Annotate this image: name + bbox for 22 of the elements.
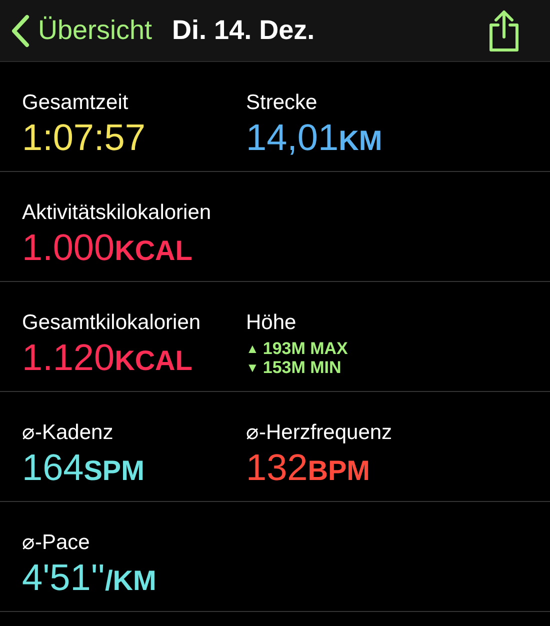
metric-value: 164SPM (22, 446, 144, 490)
metric-label: ⌀-Kadenz (22, 420, 114, 446)
metric-value: 132BPM (246, 446, 370, 490)
down-arrow-icon: ▼ (246, 358, 259, 377)
metric-label: Gesamtkilokalorien (22, 310, 202, 336)
metric-value: 14,01KM (246, 116, 382, 160)
metric-label: ⌀-Pace (22, 530, 91, 556)
back-button[interactable]: Übersicht (10, 10, 152, 51)
metric-value: 4'51''/KM (22, 556, 156, 600)
back-chevron-icon (10, 14, 30, 48)
metric-label: Strecke (246, 90, 318, 116)
metric-label: Aktivitätskilokalorien (22, 200, 212, 226)
up-arrow-icon: ▲ (246, 339, 259, 358)
date-title: Di. 14. Dez. (172, 14, 315, 48)
metric-label: Gesamtzeit (22, 90, 130, 116)
elevation-value: 153M MIN (262, 358, 342, 377)
metric-value: 1:07:57 (22, 116, 146, 160)
metric-label: Höhe (246, 310, 298, 336)
metric-value: 1.000KCAL (22, 226, 192, 270)
metric-label: ⌀-Herzfrequenz (246, 420, 394, 446)
elevation-value: 193M MAX (262, 339, 348, 358)
metric-value: 1.120KCAL (22, 336, 192, 380)
